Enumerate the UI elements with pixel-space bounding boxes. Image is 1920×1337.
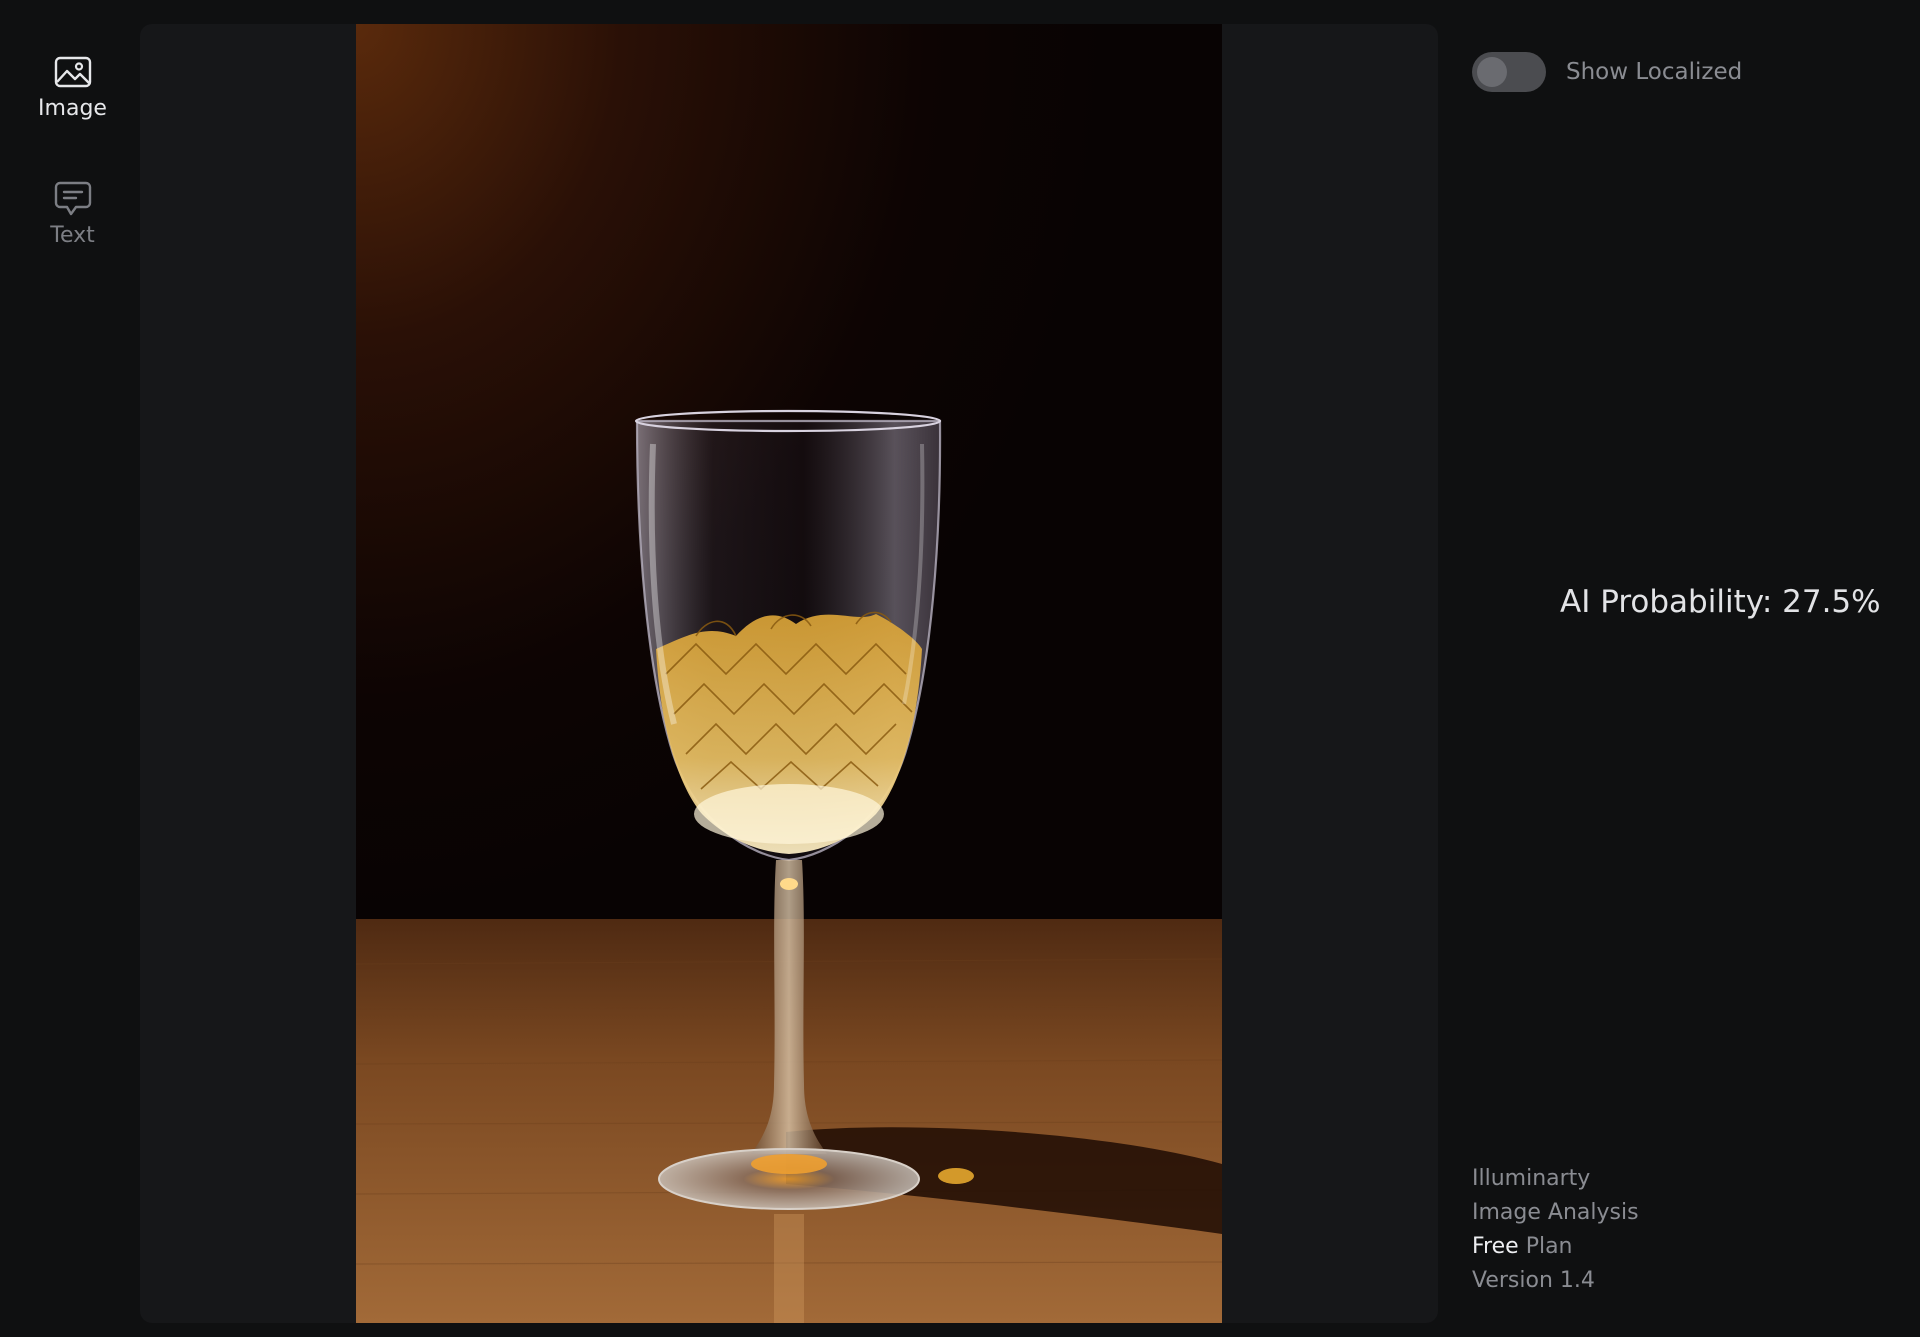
show-localized-toggle[interactable] [1472,52,1546,92]
plan-info: Free Plan [1472,1230,1639,1264]
show-localized-row: Show Localized [1472,52,1742,92]
toggle-knob [1477,57,1507,87]
product-name: Image Analysis [1472,1200,1639,1225]
nav-item-image[interactable]: Image [0,54,145,123]
nav-label-text: Text [50,223,95,248]
nav-item-text[interactable]: Text [0,181,145,250]
show-localized-label: Show Localized [1566,59,1743,85]
nav-label-image: Image [38,96,107,121]
version-label: Version 1.4 [1472,1268,1595,1293]
brand-name: Illuminarty [1472,1166,1591,1191]
plan-tier: Free [1472,1234,1519,1259]
app-info-footer: Illuminarty Image Analysis Free Plan Ver… [1472,1162,1639,1298]
image-icon [53,54,93,90]
plan-suffix: Plan [1525,1234,1573,1259]
image-viewer [140,24,1438,1323]
ai-probability-result: AI Probability: 27.5% [1560,584,1881,620]
analyzed-image [356,24,1222,1323]
sidebar-nav: Image Text [0,0,145,1337]
message-icon [53,181,93,217]
app-window: Image Text Show Localized AI Probability… [0,0,1920,1337]
